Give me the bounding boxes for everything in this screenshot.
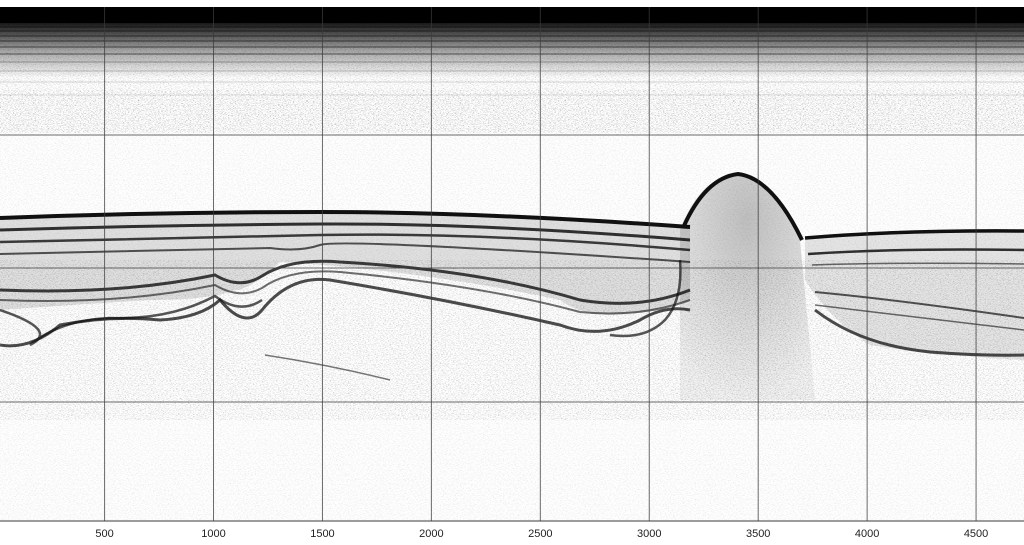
x-tick-label: 500 [95, 528, 113, 540]
subsurface-noise [0, 260, 1024, 420]
x-tick-label: 2000 [419, 528, 443, 540]
x-tick-label: 1500 [310, 528, 334, 540]
x-tick-label: 2500 [528, 528, 552, 540]
x-tick-label: 3000 [637, 528, 661, 540]
x-tick-label: 3500 [746, 528, 770, 540]
x-tick-label: 4500 [964, 528, 988, 540]
seismic-profile: 500 1000 1500 2000 2500 3000 3500 4000 4500 [0, 0, 1024, 545]
top-band-edge [0, 0, 1024, 7]
x-tick-label: 1000 [201, 528, 225, 540]
x-tick-label: 4000 [855, 528, 879, 540]
